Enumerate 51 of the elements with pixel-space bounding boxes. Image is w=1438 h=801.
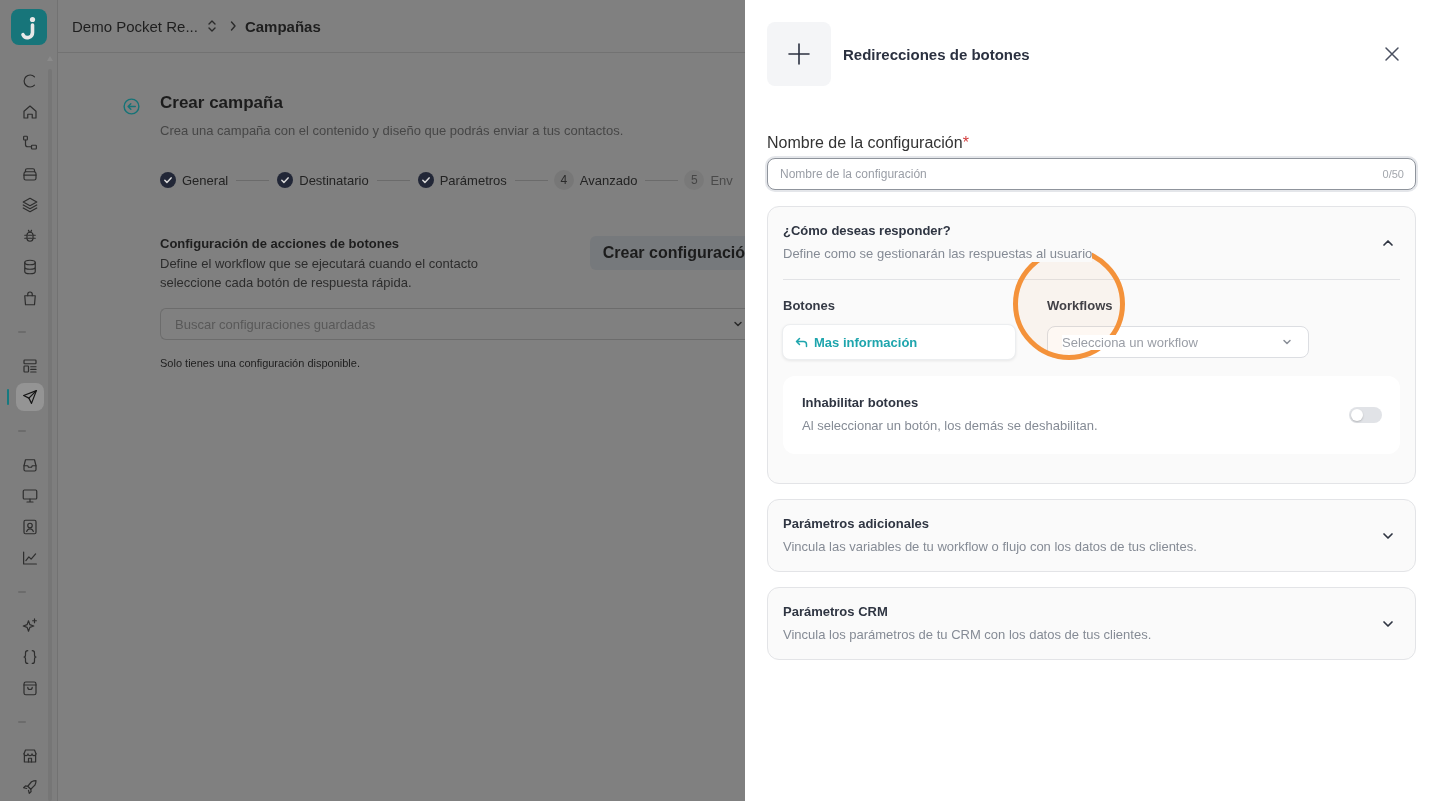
step-number: 4 [553,170,574,190]
option-description: Al seleccionar un botón, los demás se deshabilitan. [802,418,1098,434]
create-configuration-button[interactable]: Crear configuració [589,236,745,270]
monitor-icon [21,486,39,505]
section-description: Define el workflow que se ejecutará cuando el contacto seleccione cada botón de respuesta rápida. [160,255,479,292]
reply-arrow-icon [795,336,808,348]
store-icon [21,746,39,765]
accordion-title[interactable]: Parámetros CRM [783,604,1152,620]
page-subtitle: Crea una campaña con el contenido y diseño que podrás enviar a tus contactos. [160,123,625,139]
plus-icon [767,22,831,86]
close-icon [1384,46,1400,62]
contact-card-icon [21,517,39,536]
breadcrumb-current: Campañas [244,17,321,35]
step-label: Destinatario [299,172,369,188]
section-title: Configuración de acciones de botones [160,236,401,252]
accordion-description: Define como se gestionarán las respuestas al usuario [783,246,1093,262]
send-icon [21,387,39,406]
layout-icon [21,356,39,375]
line-chart-icon [21,548,39,567]
workspace-switcher[interactable]: Demo Pocket Re... [72,17,218,35]
active-indicator [7,388,9,405]
accordion-title[interactable]: ¿Cómo deseas responder? [783,223,1093,239]
character-counter: 0/50 [1382,167,1404,181]
option-title: Inhabilitar botones [802,395,920,411]
step-label: Avanzado [579,172,638,188]
sparkles-icon [21,616,39,635]
required-mark: * [962,134,969,151]
step-label: General [182,172,229,188]
column-heading: Workflows [1047,298,1114,313]
toggle-switch[interactable] [1349,406,1382,423]
accordion-title[interactable]: Parámetros adicionales [783,516,1197,532]
flowchart-icon [21,133,39,152]
sidebar-item[interactable] [16,382,44,411]
accordion-description: Vincula los parámetros de tu CRM con los datos de tus clientes. [783,627,1152,643]
tote-bag-icon [21,678,39,697]
layers-icon [21,195,39,214]
panel-title: Redirecciones de botones [843,45,1030,63]
rocket-icon [21,777,39,796]
step-label: Parámetros [439,172,507,188]
logo-icon[interactable] [11,9,47,45]
database-icon [21,257,39,276]
field-label: Nombre de la configuración* [767,134,970,152]
accordion-description: Vincula las variables de tu workflow o flujo con los datos de tus clientes. [783,539,1197,555]
quick-reply-button[interactable]: Mas información [782,324,1016,360]
shopping-bag-icon [21,288,39,307]
helper-note: Solo tienes una configuración disponible. [160,356,361,370]
chevron-right-icon [228,20,237,32]
column-heading: Botones [783,298,836,313]
braces-icon [21,647,39,666]
page-title: Crear campaña [160,93,284,113]
workflow-select[interactable]: Selecciona un workflow [1047,326,1309,358]
